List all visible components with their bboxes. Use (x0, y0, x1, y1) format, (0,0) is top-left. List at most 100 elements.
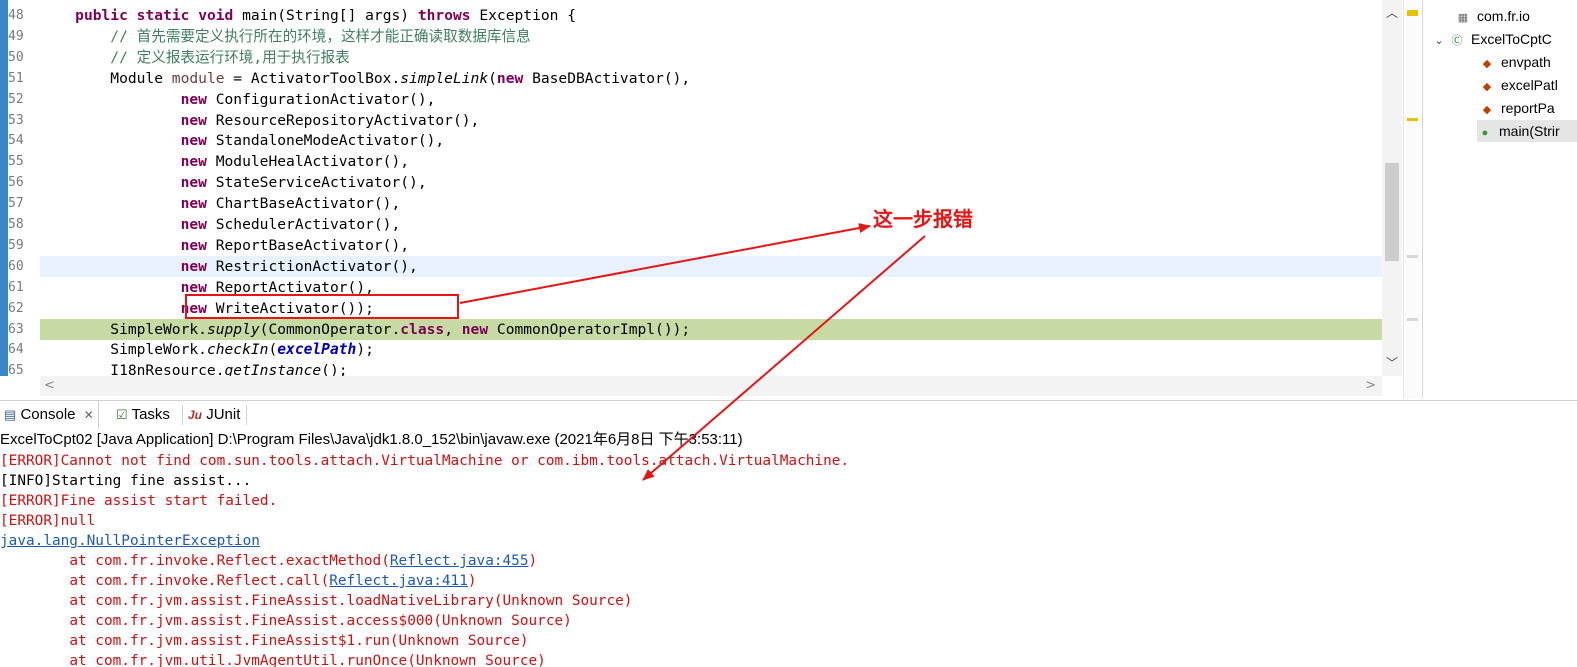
outline-item-field[interactable]: ◆ reportPa (1479, 97, 1555, 119)
console-line: [ERROR]Fine assist start failed. (0, 493, 278, 509)
outline-item-field[interactable]: ◆ excelPatl (1479, 74, 1558, 96)
outline-item-imports[interactable]: ▦ com.fr.io (1455, 5, 1530, 27)
scroll-down-icon[interactable]: ﹀ (1382, 354, 1402, 371)
class-icon: Ⓒ (1451, 35, 1463, 47)
code-line[interactable]: SimpleWork.checkIn(excelPath); (40, 339, 1382, 360)
overview-marker[interactable] (1407, 318, 1418, 321)
outline-item-method[interactable]: ● main(Strir (1477, 120, 1577, 142)
code-token: BaseDBActivator(), (523, 70, 691, 87)
code-line[interactable]: new RestrictionActivator(), (40, 256, 1382, 277)
code-line[interactable]: new ConfigurationActivator(), (40, 89, 1382, 110)
overview-marker[interactable] (1407, 10, 1418, 16)
tab-tasks[interactable]: ☑ Tasks (112, 401, 174, 429)
code-token: new (180, 216, 207, 233)
code-token: , (444, 321, 462, 338)
annotation-callout: 这一步报错 (873, 207, 973, 231)
code-token: ChartBaseActivator(), (206, 195, 401, 212)
code-line[interactable]: new ReportBaseActivator(), (40, 235, 1382, 256)
code-token: SchedulerActivator(), (206, 216, 401, 233)
code-token: ConfigurationActivator(), (206, 91, 436, 108)
line-number: 63 (8, 322, 24, 337)
code-line[interactable]: SimpleWork.supply(CommonOperator.class, … (40, 319, 1382, 340)
editor-horizontal-scrollbar[interactable]: < > (40, 376, 1382, 396)
stack-trace-line: at com.fr.jvm.util.JvmAgentUtil.runOnce(… (0, 653, 546, 667)
outline-item-class[interactable]: ⌄ Ⓒ ExcelToCptC (1433, 28, 1552, 50)
code-token: throws (417, 7, 471, 24)
scroll-right-icon[interactable]: > (1365, 378, 1376, 393)
overview-ruler[interactable] (1403, 0, 1421, 398)
code-token: new (180, 174, 207, 191)
code-token: supply (206, 321, 260, 338)
stack-trace-line: at com.fr.invoke.Reflect.exactMethod(Ref… (0, 553, 538, 569)
code-token: void (198, 7, 234, 24)
line-number: 65 (8, 363, 24, 378)
code-token: ReportBaseActivator(), (206, 237, 410, 254)
line-number: 58 (8, 217, 24, 232)
code-editor[interactable]: 48 49 50 51 52 53 54 55 56 57 58 59 60 61 62 63 64 65 pub… (0, 0, 1421, 398)
code-token: SimpleWork. (40, 321, 207, 338)
line-number-gutter: 48 49 50 51 52 53 54 55 56 57 58 59 60 61 62 63 64 65 (8, 0, 40, 378)
field-icon: ◆ (1482, 104, 1492, 116)
code-line[interactable]: // 首先需要定义执行所在的环境，这样才能正确读取数据库信息 (40, 26, 1382, 47)
tab-junit[interactable]: Ju JUnit (184, 401, 244, 429)
code-token: // 首先需要定义执行所在的环境，这样才能正确读取数据库信息 (40, 28, 531, 45)
source-link[interactable]: Reflect.java:411 (329, 573, 468, 589)
code-token: new (180, 258, 207, 275)
line-number: 64 (8, 342, 24, 357)
stack-trace-line: at com.fr.jvm.assist.FineAssist.access$0… (0, 613, 572, 629)
code-token: new (180, 237, 207, 254)
line-number: 52 (8, 92, 24, 107)
line-number: 56 (8, 175, 24, 190)
scroll-up-icon[interactable]: ︿ (1382, 4, 1402, 21)
code-line[interactable]: new StateServiceActivator(), (40, 172, 1382, 193)
code-token: new (180, 112, 207, 129)
overview-marker[interactable] (1407, 255, 1418, 258)
console-view[interactable]: ExcelToCpt02 [Java Application] D:\Progr… (0, 429, 1577, 667)
console-process-label: ExcelToCpt02 [Java Application] D:\Progr… (0, 431, 743, 448)
console-line: [INFO]Starting fine assist... (0, 473, 252, 489)
code-token: simpleLink (400, 70, 489, 87)
outline-item-field[interactable]: ◆ envpath (1479, 51, 1551, 73)
code-token: Module (40, 70, 172, 87)
code-token: CommonOperatorImpl()); (488, 321, 691, 338)
scroll-left-icon[interactable]: < (44, 378, 55, 393)
code-line[interactable]: new SchedulerActivator(), (40, 214, 1382, 235)
exception-link[interactable]: java.lang.NullPointerException (0, 531, 260, 551)
line-number: 50 (8, 50, 24, 65)
highlight-box (185, 294, 459, 319)
code-token: new (180, 195, 207, 212)
code-token: StandaloneModeActivator(), (206, 132, 445, 149)
stack-trace-line: at com.fr.invoke.Reflect.call(Reflect.ja… (0, 573, 477, 589)
code-token: main(String[] args) (233, 7, 418, 24)
code-line[interactable]: // 定义报表运行环境,用于执行报表 (40, 47, 1382, 68)
overview-marker[interactable] (1407, 118, 1418, 121)
source-link[interactable]: Reflect.java:455 (390, 553, 529, 569)
code-line[interactable]: new ResourceRepositoryActivator(), (40, 110, 1382, 131)
code-line[interactable]: Module module = ActivatorToolBox.simpleL… (40, 68, 1382, 89)
code-token: static (136, 7, 190, 24)
code-line[interactable]: new ChartBaseActivator(), (40, 193, 1382, 214)
tab-console[interactable]: ▤ Console ✕ (0, 401, 99, 429)
editor-vertical-scrollbar[interactable]: ︿ ﹀ (1382, 0, 1402, 376)
console-line: [ERROR]Cannot not find com.sun.tools.att… (0, 453, 850, 469)
code-line[interactable]: public static void main(String[] args) t… (40, 5, 1382, 26)
stack-trace-line: at com.fr.jvm.assist.FineAssist$1.run(Un… (0, 633, 529, 649)
line-number: 48 (8, 8, 24, 23)
scroll-thumb[interactable] (1385, 163, 1399, 261)
line-number: 59 (8, 238, 24, 253)
code-line[interactable]: new StandaloneModeActivator(), (40, 130, 1382, 151)
code-token: checkIn (206, 341, 269, 358)
line-number: 53 (8, 113, 24, 128)
code-token: ( (488, 70, 497, 87)
code-token: new (180, 153, 207, 170)
code-token: = ActivatorToolBox. (224, 70, 401, 87)
chevron-down-icon[interactable]: ⌄ (1433, 30, 1445, 52)
line-number: 57 (8, 196, 24, 211)
code-line[interactable]: new ModuleHealActivator(), (40, 151, 1382, 172)
close-icon[interactable]: ✕ (84, 408, 94, 422)
